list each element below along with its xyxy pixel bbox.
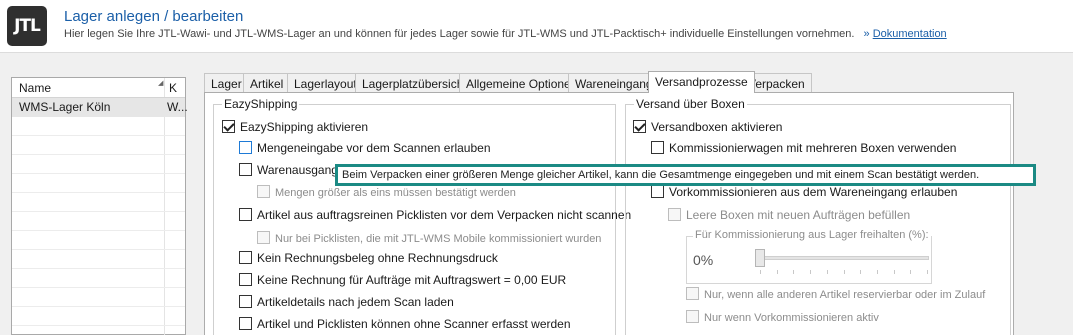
documentation-link[interactable]: Dokumentation [873,28,947,40]
option-label: Kommissionierwagen mit mehreren Boxen ve… [669,141,957,155]
option-label: Artikeldetails nach jedem Scan laden [257,295,454,309]
slider-tick [860,270,862,274]
precommission-checkbox[interactable] [651,185,664,198]
quantity-before-scan-option[interactable]: Mengeneingabe vor dem Scannen erlauben [239,141,491,155]
option-label: Leere Boxen mit neuen Aufträgen befüllen [686,208,911,222]
no-invoice-zero-value-checkbox[interactable] [239,273,252,286]
option-label: Vorkommissionieren aus dem Wareneingang … [669,185,958,199]
capture-without-scanner-option[interactable]: Artikel und Picklisten können ohne Scann… [239,317,571,331]
option-label: Artikel und Picklisten können ohne Scann… [257,317,571,331]
column-header-name[interactable]: Name [19,81,51,95]
multi-box-cart-checkbox[interactable] [651,141,664,154]
confirm-quantity-checkbox[interactable] [257,185,270,198]
reserve-percent-value: 0% [693,252,714,268]
eazyshipping-group-title: EazyShipping [222,97,300,111]
option-label: Keine Rechnung für Aufträge mit Auftrags… [257,273,567,287]
no-scan-picklist-option[interactable]: Artikel aus auftragsreinen Picklisten vo… [239,208,631,222]
refill-empty-boxes-option[interactable]: Leere Boxen mit neuen Aufträgen befüllen [668,208,910,222]
tab-lagerlayout[interactable]: Lagerlayout [287,73,364,93]
reserve-stock-group: Für Kommissionierung aus Lager freihalte… [686,229,932,284]
option-label: Mengen größer als eins müssen bestätigt … [275,187,516,199]
option-label: Artikel aus auftragsreinen Picklisten vo… [257,208,632,222]
slider-tick [826,270,828,274]
eazyshipping-enable-checkbox[interactable] [222,120,235,133]
capture-without-scanner-checkbox[interactable] [239,317,252,330]
tab-artikel[interactable]: Artikel [243,73,291,93]
only-if-precommission-option[interactable]: Nur wenn Vorkommissionieren aktiv [686,310,879,324]
no-invoice-zero-value-option[interactable]: Keine Rechnung für Aufträge mit Auftrags… [239,273,566,287]
option-label: Mengeneingabe vor dem Scannen erlauben [257,141,491,155]
slider-tick [927,270,928,274]
no-invoice-without-print-checkbox[interactable] [239,251,252,264]
option-label: Warenausgang [257,163,338,177]
wms-mobile-only-option[interactable]: Nur bei Picklisten, die mit JTL-WMS Mobi… [257,231,601,245]
jtl-logo: JTL [7,6,47,46]
slider-tick [776,270,778,274]
wms-mobile-only-checkbox[interactable] [257,231,270,244]
reserve-slider-thumb[interactable] [755,249,765,267]
option-label: Nur, wenn alle anderen Artikel reservier… [704,289,986,301]
option-label: Kein Rechnungsbeleg ohne Rechnungsdruck [257,251,498,265]
only-if-reservable-checkbox[interactable] [686,287,699,300]
eazyshipping-enable-option[interactable]: EazyShipping aktivieren [222,120,368,134]
load-details-each-scan-checkbox[interactable] [239,295,252,308]
table-row[interactable]: WMS-Lager Köln W... [12,98,188,117]
tab-wareneingang[interactable]: Wareneingang [568,73,660,93]
sort-indicator-icon: ◢ [158,80,164,87]
option-label: Versandboxen aktivieren [651,120,783,134]
quantity-entry-tooltip: Beim Verpacken einer größeren Menge glei… [335,164,1036,186]
warenausgang-option[interactable]: Warenausgang [239,163,338,177]
confirm-quantity-option[interactable]: Mengen größer als eins müssen bestätigt … [257,185,516,199]
slider-tick [760,270,761,274]
slider-tick [810,270,812,274]
page-subtitle: Hier legen Sie Ihre JTL-Wawi- und JTL-WM… [64,28,947,40]
slider-ticks [760,270,928,274]
only-if-reservable-option[interactable]: Nur, wenn alle anderen Artikel reservier… [686,287,985,301]
refill-empty-boxes-checkbox[interactable] [668,208,681,221]
row-k-cell: W... [167,100,188,114]
empty-grid-rows [12,117,185,326]
quantity-before-scan-checkbox[interactable] [239,141,252,154]
tab-lager[interactable]: Lager [204,73,249,93]
subtitle-text: Hier legen Sie Ihre JTL-Wawi- und JTL-WM… [64,28,855,40]
only-if-precommission-checkbox[interactable] [686,310,699,323]
link-prefix: » [863,28,870,40]
warenausgang-checkbox[interactable] [239,163,252,176]
slider-tick [893,270,895,274]
column-header-k[interactable]: K [169,81,177,95]
boxes-enable-option[interactable]: Versandboxen aktivieren [633,120,782,134]
slider-tick [793,270,795,274]
no-invoice-without-print-option[interactable]: Kein Rechnungsbeleg ohne Rechnungsdruck [239,251,498,265]
page-title: Lager anlegen / bearbeiten [64,8,244,25]
slider-tick [843,270,845,274]
grid-header: Name ◢ K [12,78,185,98]
precommission-option[interactable]: Vorkommissionieren aus dem Wareneingang … [651,185,957,199]
reserve-slider-track[interactable] [757,256,929,260]
option-label: EazyShipping aktivieren [240,120,369,134]
multi-box-cart-option[interactable]: Kommissionierwagen mit mehreren Boxen ve… [651,141,956,155]
slider-tick [910,270,912,274]
tab-versandprozesse[interactable]: Versandprozesse [648,71,755,93]
boxes-enable-checkbox[interactable] [633,120,646,133]
tab-allgemeine-optionen[interactable]: Allgemeine Optionen [459,73,585,93]
tab-lagerplatzuebersicht[interactable]: Lagerplatzübersicht [355,73,474,93]
no-scan-picklist-checkbox[interactable] [239,208,252,221]
header-bar: JTL Lager anlegen / bearbeiten Hier lege… [0,0,1073,52]
row-name-cell: WMS-Lager Köln [19,100,111,114]
reserve-stock-title: Für Kommissionierung aus Lager freihalte… [693,229,931,241]
load-details-each-scan-option[interactable]: Artikeldetails nach jedem Scan laden [239,295,454,309]
boxes-group-title: Versand über Boxen [634,97,747,111]
option-label: Nur bei Picklisten, die mit JTL-WMS Mobi… [275,233,602,245]
slider-tick [876,270,878,274]
warehouse-grid: Name ◢ K WMS-Lager Köln W... [11,77,188,335]
option-label: Nur wenn Vorkommissionieren aktiv [704,312,879,324]
